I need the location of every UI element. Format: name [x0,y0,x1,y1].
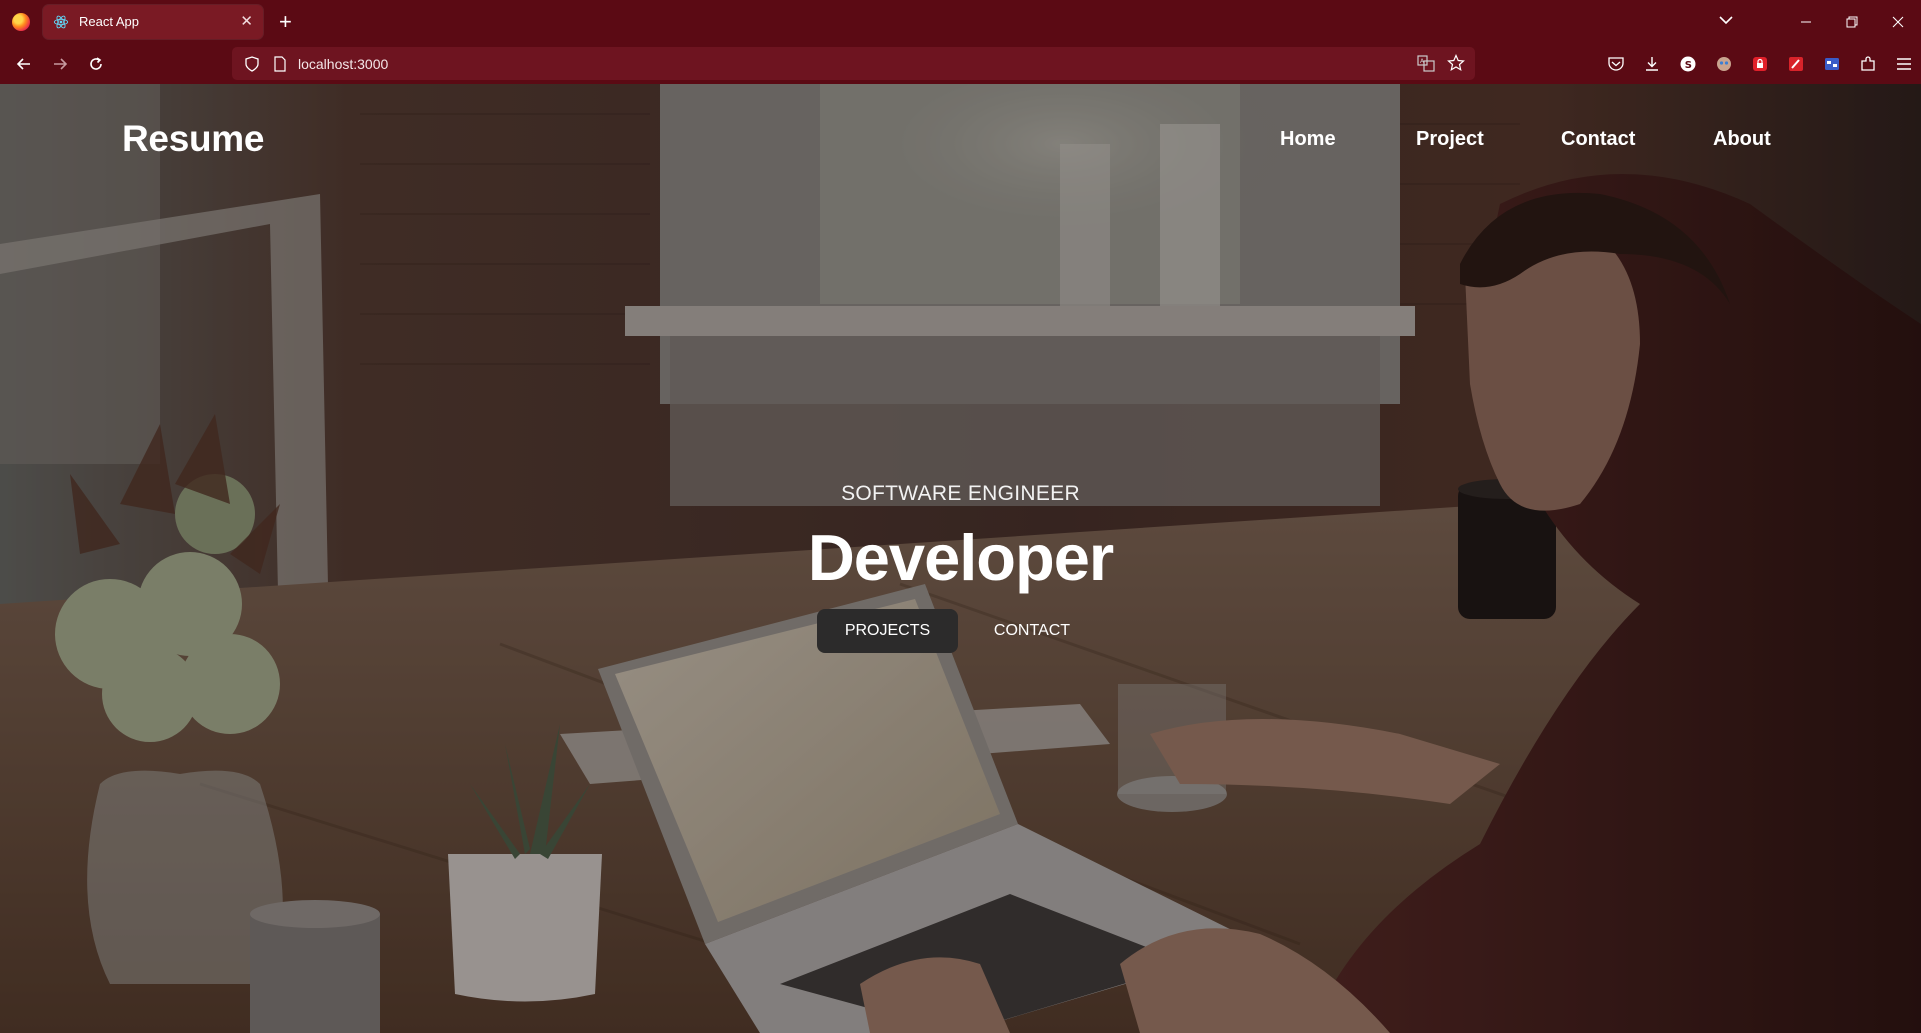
firefox-logo-icon [12,12,30,31]
extension-box-icon[interactable] [1820,52,1843,75]
site-brand-logo[interactable]: Resume [122,118,264,160]
tab-close-icon[interactable]: ✕ [240,14,253,29]
browser-tab-bar: React App ✕ + [0,0,1921,43]
extension-pen-icon[interactable] [1784,52,1807,75]
extension-lock-icon[interactable] [1748,52,1771,75]
star-icon[interactable] [1447,54,1465,72]
contact-button[interactable]: CONTACT [976,609,1088,653]
hero-subtitle-text: SOFTWARE ENGINEER [841,482,1080,505]
download-icon[interactable] [1640,52,1663,75]
nav-link-home[interactable]: Home [1280,128,1336,151]
url-bar[interactable]: localhost:3000 A [232,47,1475,80]
reload-icon [90,56,102,70]
react-icon [53,15,69,28]
page-icon[interactable] [272,55,288,72]
browser-toolbar-right: S [1604,52,1915,75]
pocket-icon[interactable] [1604,52,1627,75]
window-controls [1783,0,1921,43]
tab-title: React App [79,14,139,29]
tab-react-app[interactable]: React App ✕ [43,4,263,39]
back-button[interactable] [6,48,42,80]
page-viewport: Resume Home Project Contact About SOFTWA… [0,84,1921,1033]
hamburger-icon[interactable] [1892,52,1915,75]
forward-button[interactable] [42,48,78,80]
reload-button[interactable] [78,48,114,80]
translate-icon[interactable]: A [1417,54,1435,72]
site-header: Resume Home Project Contact About [0,84,1921,184]
arrow-right-icon [54,57,68,70]
hero-subtitle: SOFTWARE ENGINEER [0,482,1921,506]
plus-icon[interactable]: + [279,10,292,33]
hero-cta-row: PROJECTS CONTACT [817,609,1088,653]
extension-s-icon[interactable]: S [1676,52,1699,75]
extension-face-icon[interactable] [1712,52,1735,75]
close-window-icon[interactable] [1875,0,1921,43]
arrow-left-icon [16,57,30,70]
restore-icon[interactable] [1829,0,1875,43]
chevron-down-icon[interactable] [1716,10,1736,30]
puzzle-icon[interactable] [1856,52,1879,75]
browser-navigation-bar: localhost:3000 A S [0,43,1921,84]
nav-link-project[interactable]: Project [1416,128,1484,151]
shield-icon[interactable] [244,55,260,72]
nav-link-contact[interactable]: Contact [1561,128,1635,151]
projects-button[interactable]: PROJECTS [817,609,958,653]
hero-title: Developer [807,521,1114,594]
nav-link-about[interactable]: About [1713,128,1771,151]
url-text[interactable]: localhost:3000 [298,56,388,72]
svg-text:S: S [1684,60,1691,71]
minimize-icon[interactable] [1783,0,1829,43]
